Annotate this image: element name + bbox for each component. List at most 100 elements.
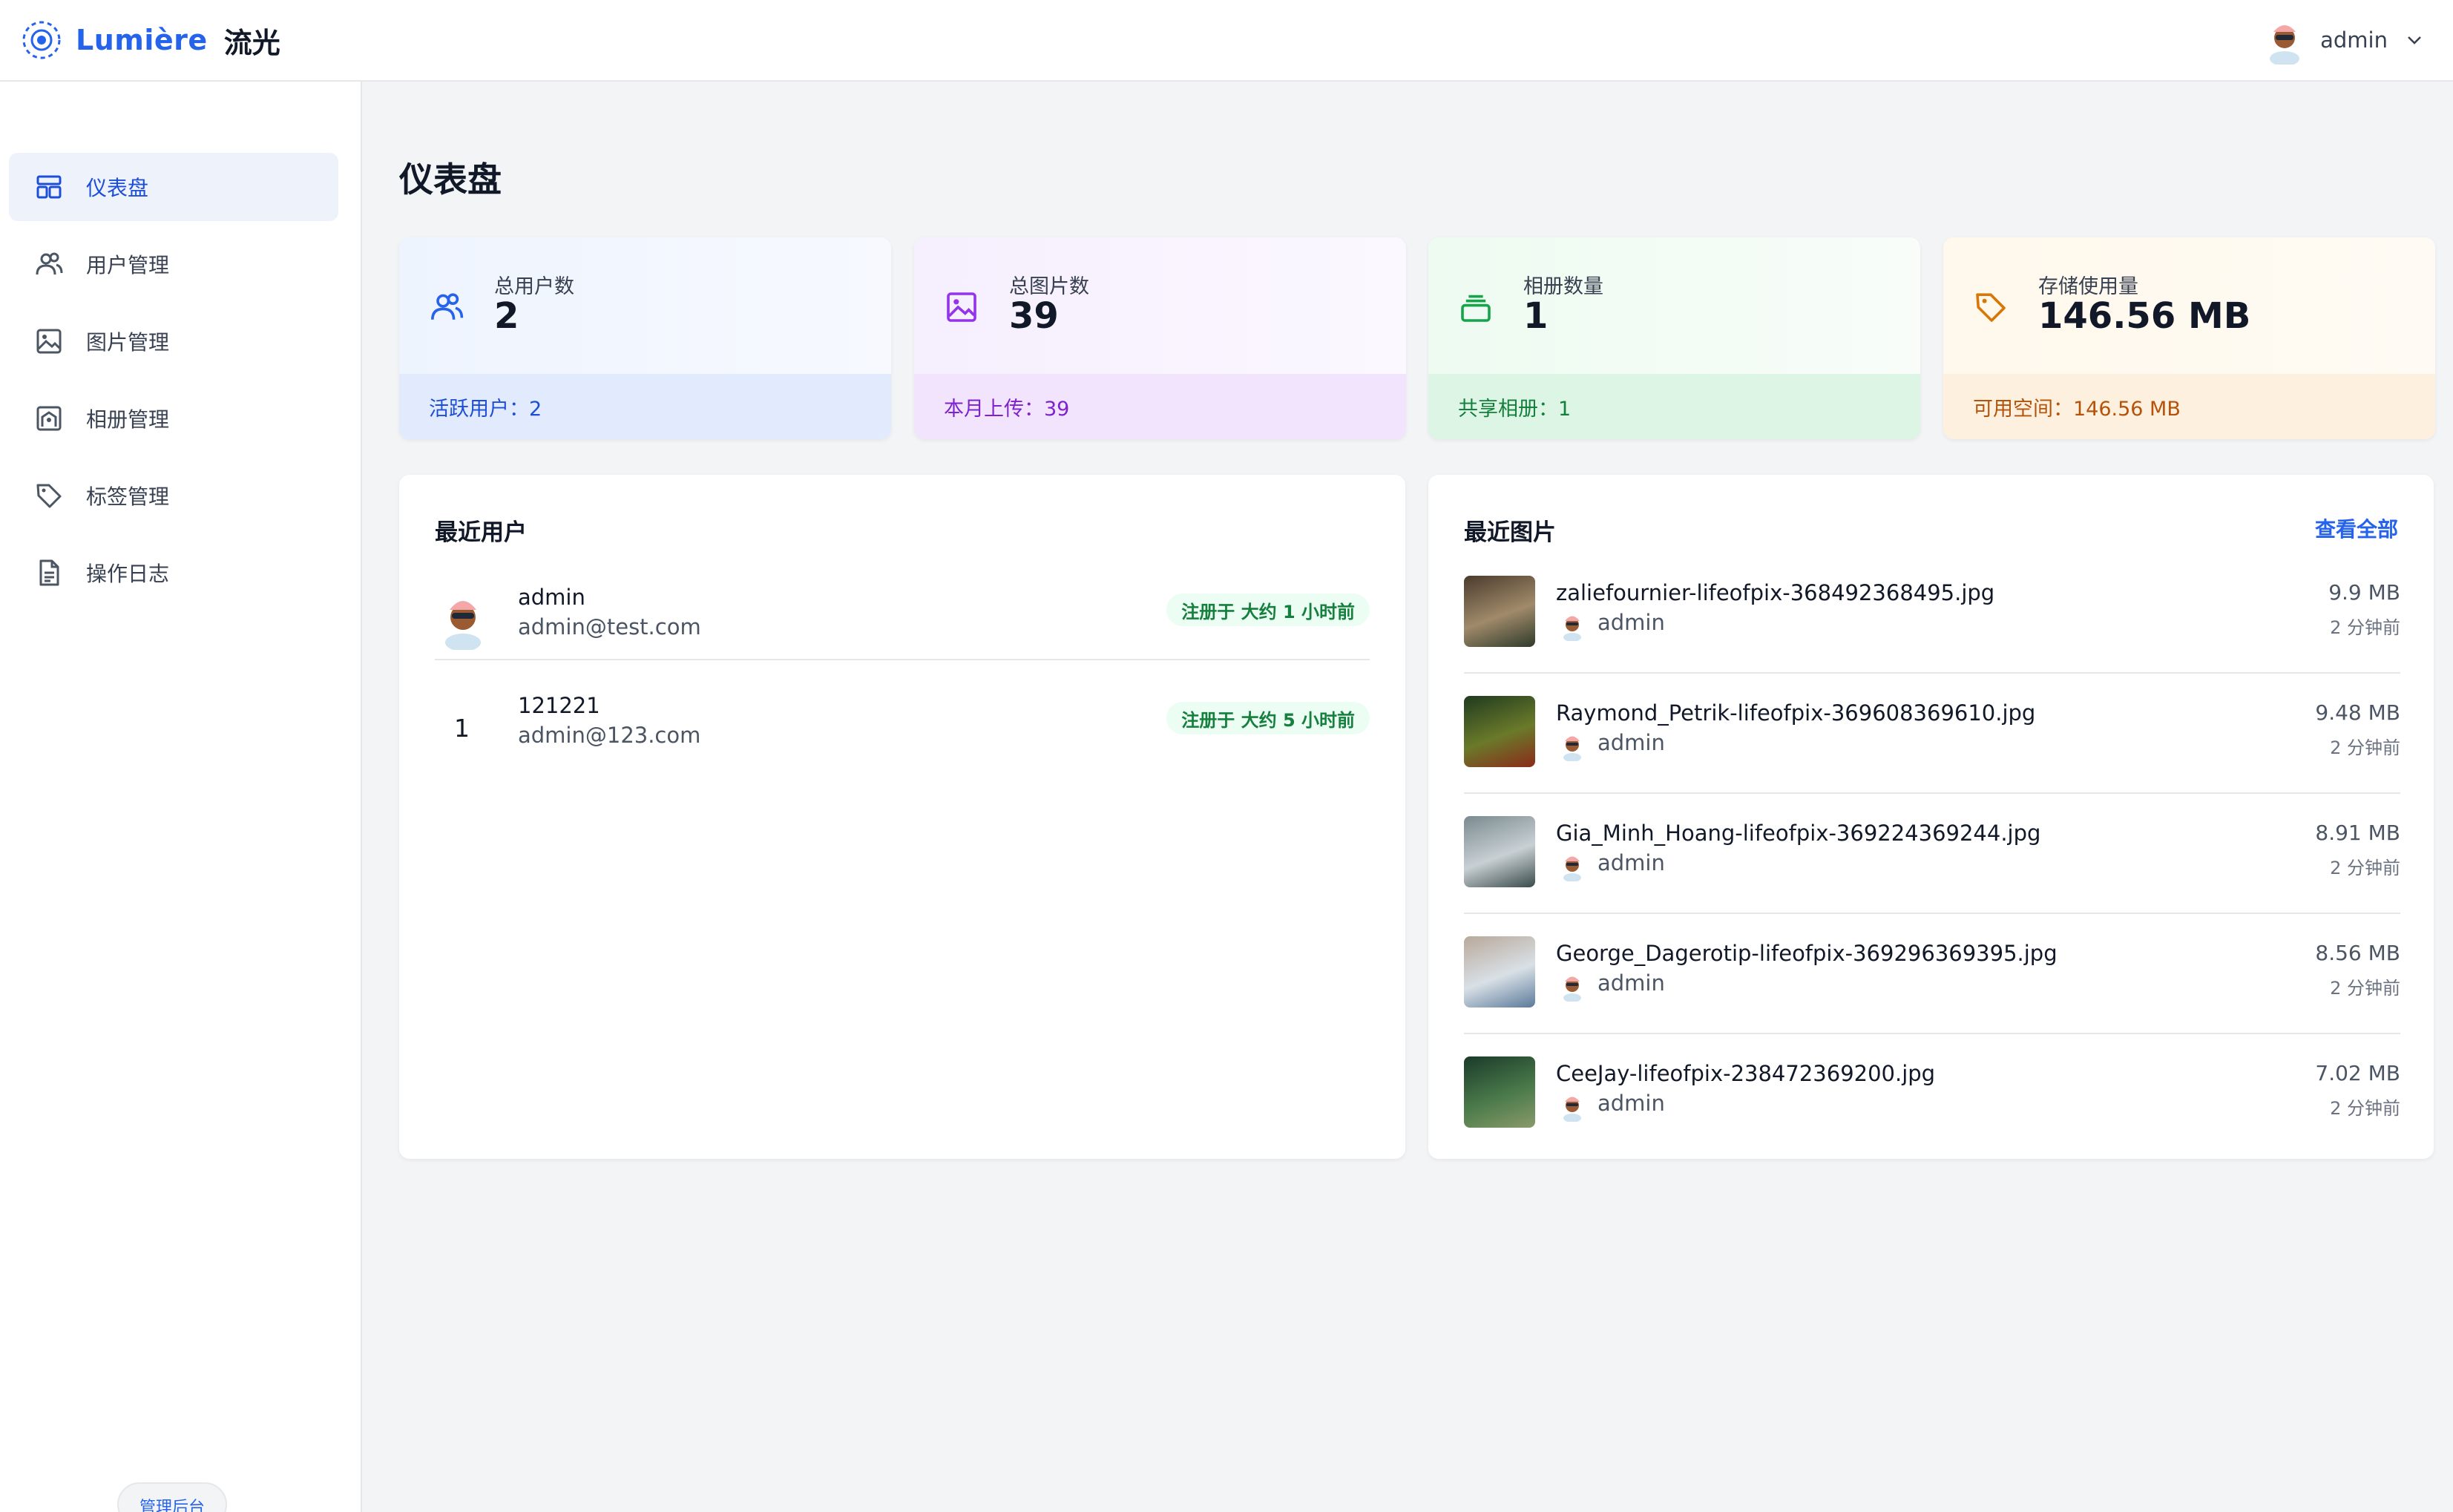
image-time: 2 分钟前 <box>2330 737 2400 758</box>
image-time: 2 分钟前 <box>2330 978 2400 999</box>
image-thumbnail[interactable] <box>1464 576 1535 647</box>
users-icon <box>36 252 63 275</box>
image-size: 9.48 MB <box>2315 700 2400 725</box>
image-thumbnail[interactable] <box>1464 816 1535 887</box>
sidebar-item-label: 图片管理 <box>86 330 170 355</box>
image-filename: Gia_Minh_Hoang-lifeofpix-369224369244.jp… <box>1556 821 2041 846</box>
user-email: admin@123.com <box>518 723 701 748</box>
image-time: 2 分钟前 <box>2330 1098 2400 1119</box>
image-thumbnail[interactable] <box>1464 696 1535 767</box>
image-filename: George_Dagerotip-lifeofpix-369296369395.… <box>1556 941 2058 966</box>
view-all-link[interactable]: 查看全部 <box>2315 513 2398 543</box>
image-owner: admin <box>1597 610 1665 635</box>
tag-icon <box>1976 293 2006 322</box>
user-menu[interactable]: admin <box>2265 16 2432 65</box>
avatar <box>1563 616 1581 641</box>
stat-footer: 可用空间：146.56 MB <box>1943 374 2435 439</box>
sidebar-item-logs[interactable]: 操作日志 <box>9 539 338 607</box>
stat-card-users: 总用户数 2 活跃用户：2 <box>399 237 891 439</box>
brand[interactable]: Lumière 流光 <box>21 19 280 61</box>
image-row[interactable]: CeeJay-lifeofpix-238472369200.jpg admin 7.… <box>1464 1056 2400 1177</box>
image-icon <box>36 329 62 354</box>
divider <box>1464 672 2400 674</box>
sidebar-item-label: 仪表盘 <box>86 176 149 200</box>
sidebar-item-users[interactable]: 用户管理 <box>9 230 338 298</box>
user-name: 121221 <box>518 693 600 718</box>
recent-images-card: 最近图片 查看全部 zaliefournier-lifeofpix-368492… <box>1428 475 2434 1159</box>
registered-badge: 注册于 大约 1 小时前 <box>1166 594 1370 626</box>
image-time: 2 分钟前 <box>2330 617 2400 638</box>
stat-footer: 本月上传：39 <box>914 374 1406 439</box>
sidebar-item-albums[interactable]: 相册管理 <box>9 384 338 453</box>
album-icon <box>36 406 62 431</box>
stat-value: 39 <box>1009 295 1059 337</box>
image-thumbnail[interactable] <box>1464 1056 1535 1128</box>
divider <box>1464 792 2400 794</box>
stat-card-albums: 相册数量 1 共享相册：1 <box>1428 237 1920 439</box>
top-header: Lumière 流光 admin <box>0 0 2453 82</box>
sidebar-item-label: 操作日志 <box>86 562 170 586</box>
image-row[interactable]: George_Dagerotip-lifeofpix-369296369395.… <box>1464 936 2400 1056</box>
image-filename: zaliefournier-lifeofpix-368492368495.jpg <box>1556 580 1995 605</box>
user-avatar-initial: 1 <box>454 714 470 743</box>
user-email: admin@test.com <box>518 614 701 640</box>
avatar <box>1563 1097 1581 1122</box>
sidebar-item-label: 相册管理 <box>86 407 170 432</box>
avatar <box>445 601 481 650</box>
user-row[interactable]: 1 121221 admin@123.com 注册于 大约 5 小时前 <box>435 680 1370 783</box>
image-size: 9.9 MB <box>2328 580 2400 605</box>
brand-name: Lumière <box>76 24 208 56</box>
avatar <box>2270 25 2300 65</box>
sidebar-nav: 仪表盘 用户管理 图片管理 相册管理 标签管理 操作日志 <box>9 153 338 616</box>
avatar <box>1563 736 1581 761</box>
image-time: 2 分钟前 <box>2330 858 2400 878</box>
dashboard-icon <box>36 175 62 199</box>
divider <box>435 659 1370 660</box>
registered-badge: 注册于 大约 5 小时前 <box>1166 702 1370 734</box>
recent-users-title: 最近用户 <box>435 519 527 546</box>
aperture-logo-icon <box>22 21 61 59</box>
image-icon <box>947 292 976 322</box>
user-name: admin <box>2320 27 2388 53</box>
page-title: 仪表盘 <box>399 160 502 200</box>
image-row[interactable]: zaliefournier-lifeofpix-368492368495.jpg… <box>1464 576 2400 696</box>
divider <box>1464 1033 2400 1034</box>
image-owner: admin <box>1597 730 1665 755</box>
image-filename: Raymond_Petrik-lifeofpix-369608369610.jp… <box>1556 700 2036 726</box>
chevron-down-icon[interactable] <box>2404 30 2425 50</box>
image-size: 8.56 MB <box>2315 941 2400 965</box>
image-owner: admin <box>1597 970 1665 996</box>
sidebar-item-dashboard[interactable]: 仪表盘 <box>9 153 338 221</box>
admin-console-button[interactable]: 管理后台 <box>117 1482 227 1512</box>
album-icon <box>1461 295 1491 322</box>
image-owner: admin <box>1597 1091 1665 1116</box>
stat-value: 146.56 MB <box>2038 295 2251 337</box>
image-row[interactable]: Raymond_Petrik-lifeofpix-369608369610.jp… <box>1464 696 2400 816</box>
sidebar-item-label: 用户管理 <box>86 253 170 277</box>
stat-footer: 共享相册：1 <box>1428 374 1920 439</box>
image-owner: admin <box>1597 850 1665 875</box>
user-name: admin <box>518 585 585 610</box>
image-thumbnail[interactable] <box>1464 936 1535 1008</box>
stat-value: 1 <box>1523 295 1549 337</box>
image-size: 8.91 MB <box>2315 821 2400 845</box>
document-icon <box>39 559 59 586</box>
sidebar: 仪表盘 用户管理 图片管理 相册管理 标签管理 操作日志 管理后台 <box>0 82 362 1512</box>
sidebar-item-tags[interactable]: 标签管理 <box>9 461 338 530</box>
recent-users-card: 最近用户 admin admin@test.com 注册于 大约 1 小时前 1… <box>399 475 1405 1159</box>
stat-card-images: 总图片数 39 本月上传：39 <box>914 237 1406 439</box>
avatar <box>1563 856 1581 881</box>
tag-icon <box>36 484 62 508</box>
image-row[interactable]: Gia_Minh_Hoang-lifeofpix-369224369244.jp… <box>1464 816 2400 936</box>
stat-footer: 活跃用户：2 <box>399 374 891 439</box>
users-icon <box>431 293 464 320</box>
sidebar-item-images[interactable]: 图片管理 <box>9 307 338 375</box>
stat-card-storage: 存储使用量 146.56 MB 可用空间：146.56 MB <box>1943 237 2435 439</box>
stat-value: 2 <box>494 295 519 337</box>
sidebar-item-label: 标签管理 <box>86 484 170 509</box>
recent-images-title: 最近图片 <box>1464 519 1556 546</box>
image-size: 7.02 MB <box>2315 1061 2400 1085</box>
avatar <box>1563 976 1581 1002</box>
divider <box>1464 913 2400 914</box>
brand-name-cn: 流光 <box>223 26 280 59</box>
